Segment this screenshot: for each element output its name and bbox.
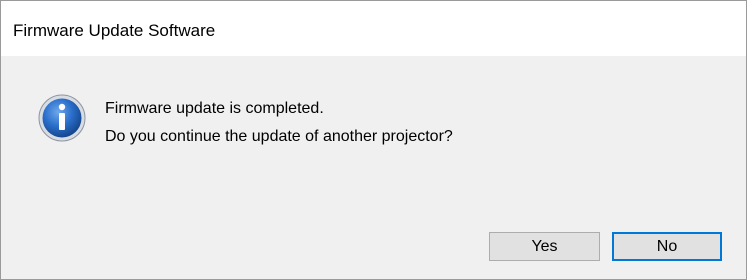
information-icon (38, 94, 86, 142)
message-dialog: Firmware Update Software Firmware update… (0, 0, 747, 280)
window-title: Firmware Update Software (13, 21, 216, 40)
title-bar[interactable]: Firmware Update Software (1, 1, 746, 56)
message-line-2: Do you continue the update of another pr… (105, 128, 453, 145)
yes-button[interactable]: Yes (489, 232, 600, 261)
message-line-1: Firmware update is completed. (105, 100, 324, 117)
message-text: Firmware update is completed. Do you con… (105, 95, 453, 151)
no-button[interactable]: No (612, 232, 722, 261)
